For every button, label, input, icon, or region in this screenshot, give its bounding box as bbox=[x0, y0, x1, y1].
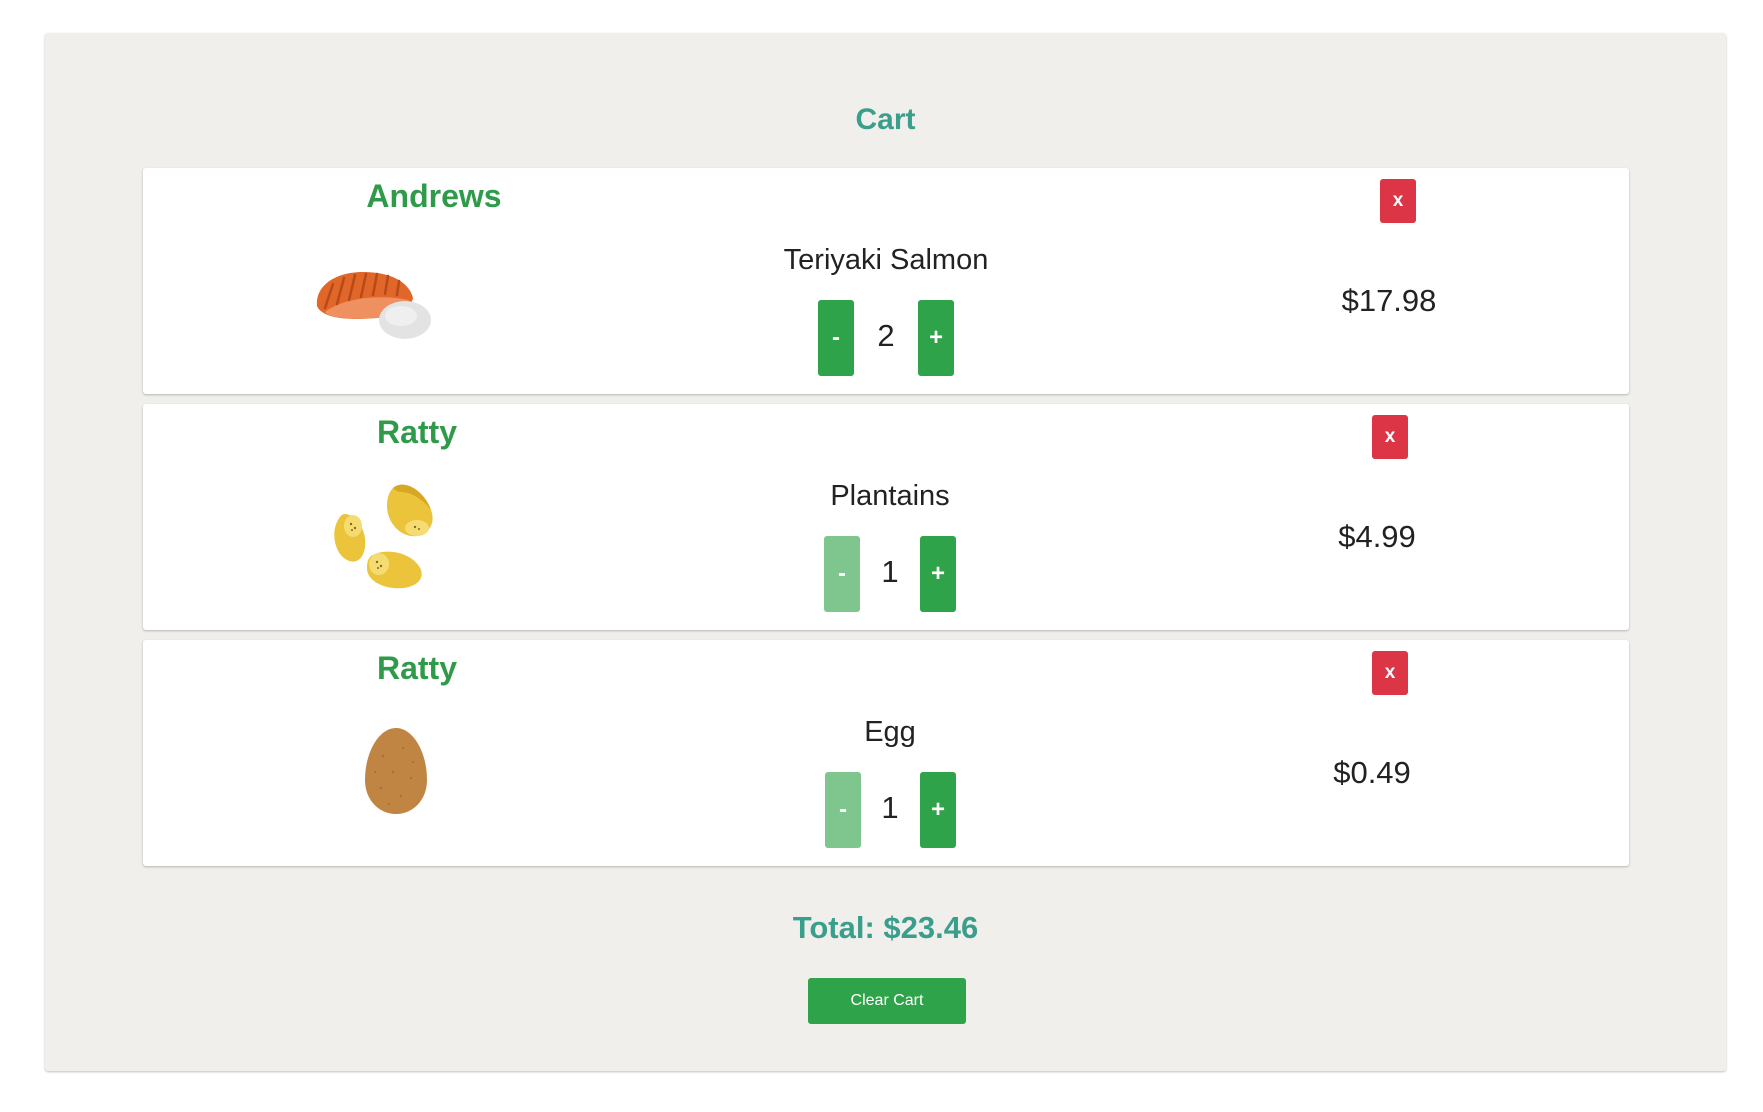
remove-item-button[interactable]: x bbox=[1372, 651, 1408, 695]
item-price: $0.49 bbox=[1333, 755, 1411, 790]
increment-button[interactable]: + bbox=[920, 536, 956, 612]
item-price: $4.99 bbox=[1338, 519, 1416, 554]
remove-item-button[interactable]: x bbox=[1372, 415, 1408, 459]
egg-icon bbox=[365, 728, 427, 814]
decrement-button[interactable]: - bbox=[818, 300, 854, 376]
item-name: Egg bbox=[864, 716, 916, 748]
dining-hall-label: Ratty bbox=[376, 650, 458, 686]
teriyaki-salmon-icon bbox=[316, 272, 431, 339]
remove-item-button[interactable]: x bbox=[1380, 179, 1416, 223]
increment-button[interactable]: + bbox=[920, 772, 956, 848]
item-price: $17.98 bbox=[1341, 283, 1437, 318]
clear-cart-button[interactable]: Clear Cart bbox=[808, 978, 966, 1024]
quantity-value: 2 bbox=[877, 318, 895, 353]
item-name: Teriyaki Salmon bbox=[783, 244, 989, 276]
dining-hall-label: Ratty bbox=[376, 414, 458, 450]
decrement-button[interactable]: - bbox=[824, 536, 860, 612]
increment-button[interactable]: + bbox=[918, 300, 954, 376]
quantity-value: 1 bbox=[881, 554, 899, 589]
cart-total: Total: $23.46 bbox=[792, 910, 979, 945]
quantity-value: 1 bbox=[881, 790, 899, 825]
dining-hall-label: Andrews bbox=[366, 178, 502, 214]
decrement-button[interactable]: - bbox=[825, 772, 861, 848]
cart-panel: Cart Andrews Teriyaki Salmon - 2 + x $17… bbox=[45, 33, 1726, 1071]
cart-item: Andrews Teriyaki Salmon - 2 + x $17.98 bbox=[143, 168, 1629, 394]
cart-item: Ratty Egg - 1 + x $0.49 bbox=[143, 640, 1629, 866]
cart-item: Ratty Plantains - 1 + x $4.99 bbox=[143, 404, 1629, 630]
cart-title: Cart bbox=[855, 103, 916, 136]
item-name: Plantains bbox=[830, 480, 950, 512]
plantains-icon bbox=[334, 484, 433, 589]
